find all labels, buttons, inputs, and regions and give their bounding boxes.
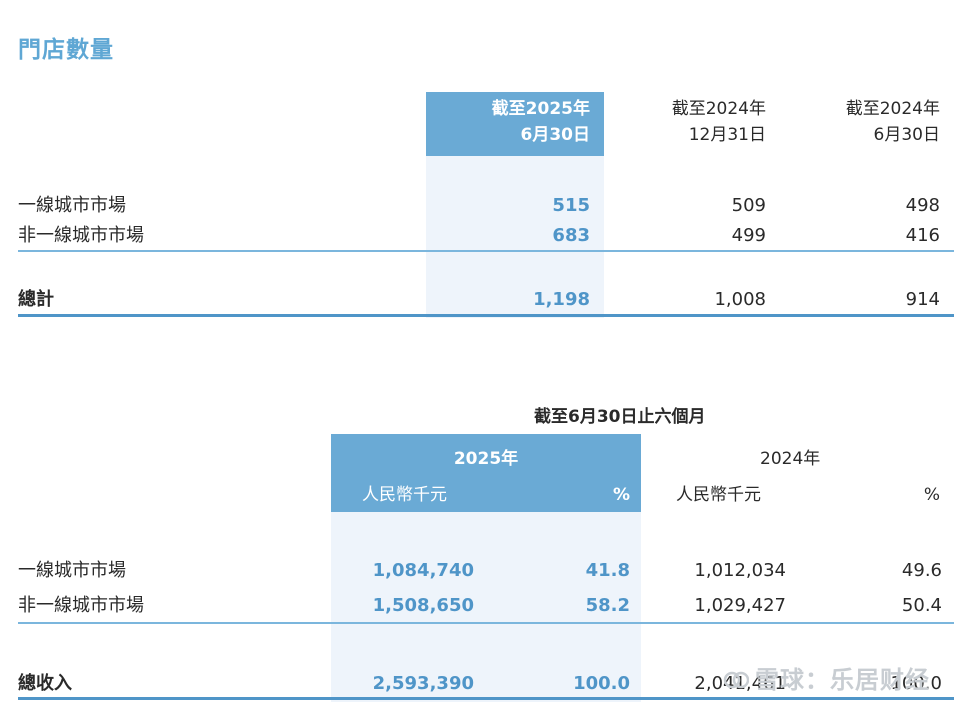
table1-cell: 499 [731, 225, 766, 246]
table1-total-cell: 1,198 [533, 289, 590, 310]
table2-unit-pct-2025: % [612, 485, 630, 505]
table2-divider [18, 622, 954, 624]
header-line: 6月30日 [873, 125, 940, 145]
table2-cell: 1,012,034 [694, 560, 786, 581]
table1-total-cell: 914 [905, 289, 940, 310]
table2-year-2024: 2024年 [760, 449, 821, 469]
table1-cell: 416 [905, 225, 940, 246]
table1-total-cell: 1,008 [714, 289, 766, 310]
header-line: 12月31日 [688, 125, 766, 145]
table2-cell: 50.4 [901, 595, 942, 616]
table2-total-cell: 100.0 [573, 673, 630, 694]
header-line: 截至2024年 [845, 99, 940, 119]
table2-cell: 41.8 [585, 560, 630, 581]
table2-row-label: 非一線城市市場 [18, 595, 144, 616]
table2-unit-rmb-2024: 人民幣千元 [676, 485, 761, 505]
header-line: 6月30日 [520, 125, 591, 145]
table1-cell: 683 [552, 225, 590, 246]
header-line: 截至2024年 [671, 99, 766, 119]
table2-total-cell: 2,593,390 [372, 673, 474, 694]
table1-header-2024-dec: 截至2024年 12月31日 [620, 96, 766, 148]
snowball-logo-icon [723, 671, 749, 689]
table1-row-label: 非一線城市市場 [18, 225, 144, 246]
table2-cell: 1,508,650 [372, 595, 474, 616]
table1-header-2024-jun: 截至2024年 6月30日 [790, 96, 940, 148]
table2-row-label: 一線城市市場 [18, 560, 126, 581]
table1-cell: 509 [731, 195, 766, 216]
table1-bottom-rule [18, 314, 954, 317]
table2-cell: 1,029,427 [694, 595, 786, 616]
table1-cell: 515 [552, 195, 590, 216]
watermark-text: 雪球：乐居财经 [755, 666, 930, 694]
page-title: 門店數量 [18, 37, 114, 63]
table2-year-2025: 2025年 [453, 449, 519, 469]
table1-row-label: 一線城市市場 [18, 195, 126, 216]
table2-unit-rmb-2025: 人民幣千元 [362, 485, 447, 505]
table1-header-2025: 截至2025年 6月30日 [426, 96, 590, 148]
table2-cell: 1,084,740 [372, 560, 474, 581]
table2-period-heading: 截至6月30日止六個月 [534, 407, 706, 427]
watermark: 雪球：乐居财经 [723, 660, 930, 695]
table2-unit-pct-2024: % [923, 485, 940, 505]
table2-cell: 58.2 [585, 595, 630, 616]
table2-cell: 49.6 [901, 560, 942, 581]
table1-total-label: 總計 [18, 289, 54, 310]
table2-total-label: 總收入 [18, 673, 72, 694]
table1-divider [18, 250, 954, 252]
table2-bottom-rule [18, 697, 954, 700]
header-line: 截至2025年 [491, 99, 590, 119]
table1-cell: 498 [905, 195, 940, 216]
